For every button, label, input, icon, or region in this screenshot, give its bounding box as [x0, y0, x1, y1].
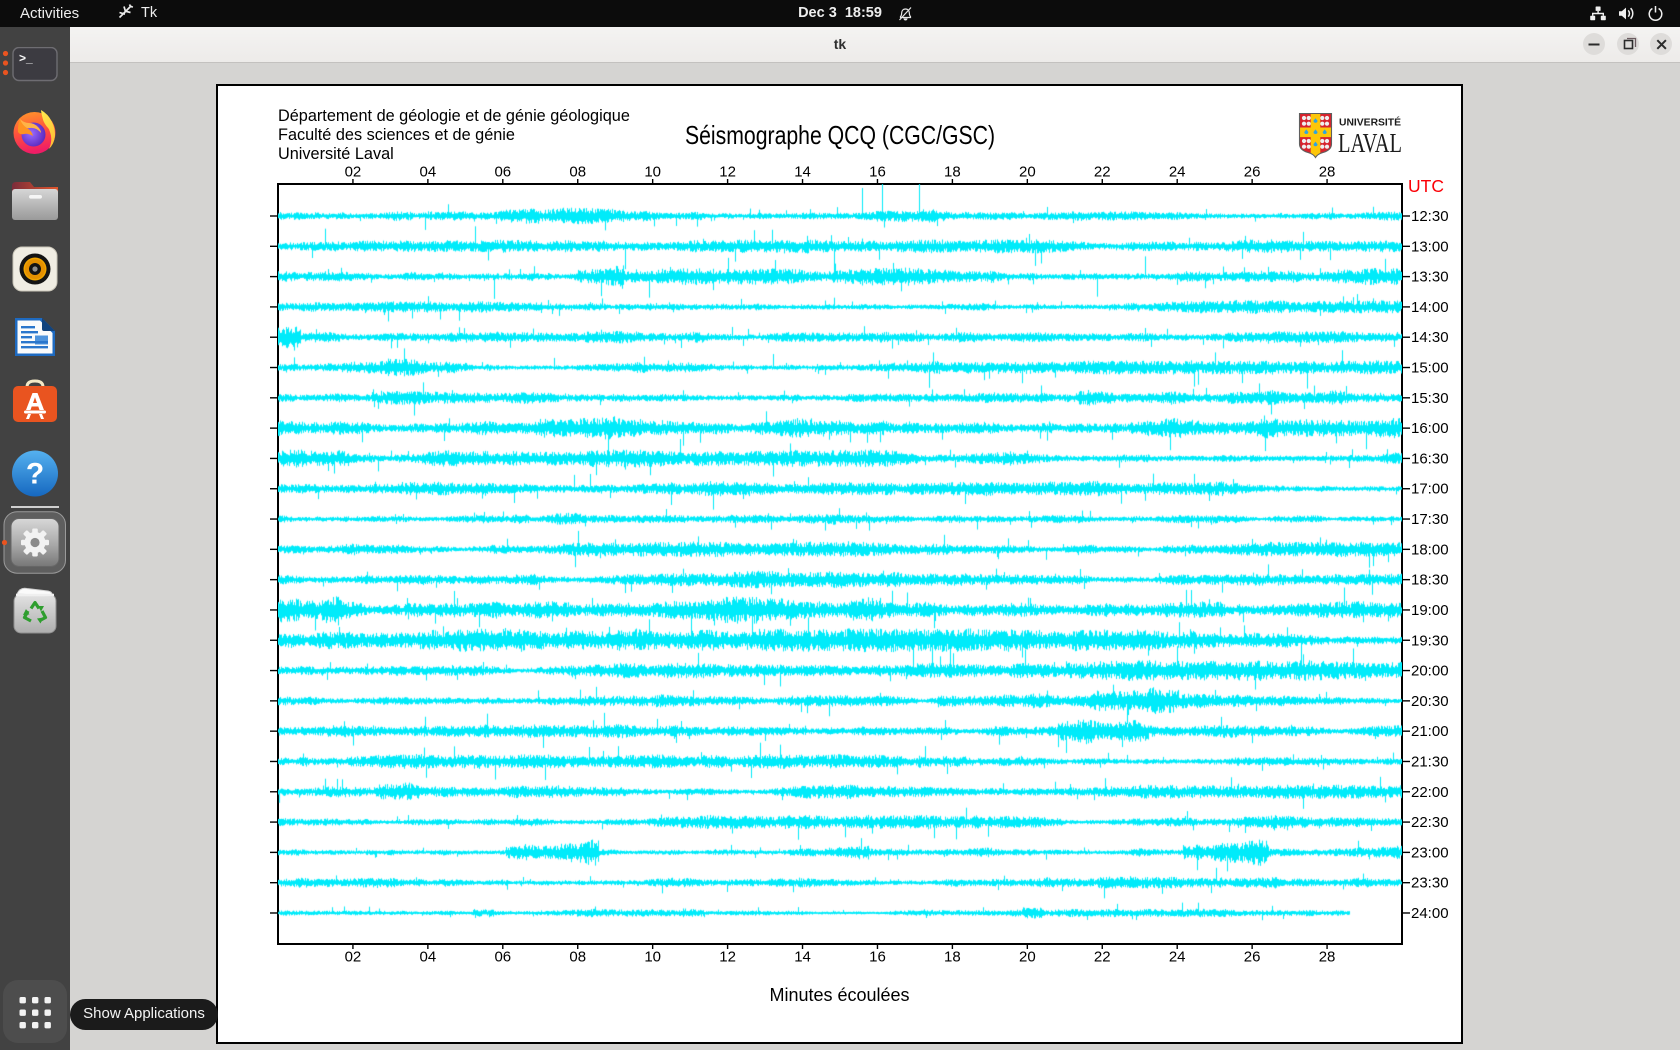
svg-text:02: 02 [345, 949, 362, 966]
svg-text:23:00: 23:00 [1411, 844, 1449, 861]
svg-text:12: 12 [719, 949, 736, 966]
svg-text:13:00: 13:00 [1411, 238, 1449, 255]
svg-text:22: 22 [1094, 164, 1111, 181]
svg-text:16:30: 16:30 [1411, 450, 1449, 467]
svg-text:16: 16 [869, 164, 886, 181]
svg-text:28: 28 [1319, 949, 1336, 966]
svg-text:10: 10 [644, 949, 661, 966]
svg-text:16:00: 16:00 [1411, 420, 1449, 437]
svg-text:06: 06 [494, 949, 511, 966]
svg-text:23:30: 23:30 [1411, 875, 1449, 892]
svg-text:24: 24 [1169, 164, 1186, 181]
svg-text:16: 16 [869, 949, 886, 966]
svg-text:21:30: 21:30 [1411, 753, 1449, 770]
svg-text:21:00: 21:00 [1411, 723, 1449, 740]
svg-text:15:30: 15:30 [1411, 390, 1449, 407]
svg-text:20: 20 [1019, 949, 1036, 966]
svg-text:19:00: 19:00 [1411, 602, 1449, 619]
svg-text:14: 14 [794, 164, 811, 181]
svg-text:12:30: 12:30 [1411, 208, 1449, 225]
svg-text:08: 08 [569, 949, 586, 966]
svg-text:04: 04 [420, 164, 437, 181]
svg-text:28: 28 [1319, 164, 1336, 181]
svg-text:14: 14 [794, 949, 811, 966]
svg-text:UNIVERSITÉ: UNIVERSITÉ [1339, 116, 1401, 129]
svg-text:18: 18 [944, 164, 961, 181]
svg-text:?: ? [26, 458, 44, 491]
svg-text:26: 26 [1244, 949, 1261, 966]
svg-text:04: 04 [420, 949, 437, 966]
svg-text:22: 22 [1094, 949, 1111, 966]
svg-text:18: 18 [944, 949, 961, 966]
svg-text:15:00: 15:00 [1411, 360, 1449, 377]
svg-text:17:30: 17:30 [1411, 511, 1449, 528]
svg-text:18:30: 18:30 [1411, 572, 1449, 589]
svg-text:LAVAL: LAVAL [1338, 128, 1402, 158]
svg-text:08: 08 [569, 164, 586, 181]
svg-text:26: 26 [1244, 164, 1261, 181]
svg-text:14:00: 14:00 [1411, 299, 1449, 316]
svg-text:20: 20 [1019, 164, 1036, 181]
svg-text:24:00: 24:00 [1411, 905, 1449, 922]
svg-text:13:30: 13:30 [1411, 269, 1449, 286]
svg-text:18:00: 18:00 [1411, 541, 1449, 558]
svg-text:12: 12 [719, 164, 736, 181]
svg-text:19:30: 19:30 [1411, 632, 1449, 649]
svg-text:22:00: 22:00 [1411, 784, 1449, 801]
svg-text:22:30: 22:30 [1411, 814, 1449, 831]
svg-text:20:30: 20:30 [1411, 693, 1449, 710]
svg-text:14:30: 14:30 [1411, 329, 1449, 346]
svg-text:02: 02 [345, 164, 362, 181]
svg-text:>_: >_ [19, 51, 33, 65]
svg-text:20:00: 20:00 [1411, 663, 1449, 680]
svg-text:UTC: UTC [1408, 176, 1444, 196]
svg-text:17:00: 17:00 [1411, 481, 1449, 498]
svg-text:10: 10 [644, 164, 661, 181]
svg-text:06: 06 [494, 164, 511, 181]
svg-text:24: 24 [1169, 949, 1186, 966]
